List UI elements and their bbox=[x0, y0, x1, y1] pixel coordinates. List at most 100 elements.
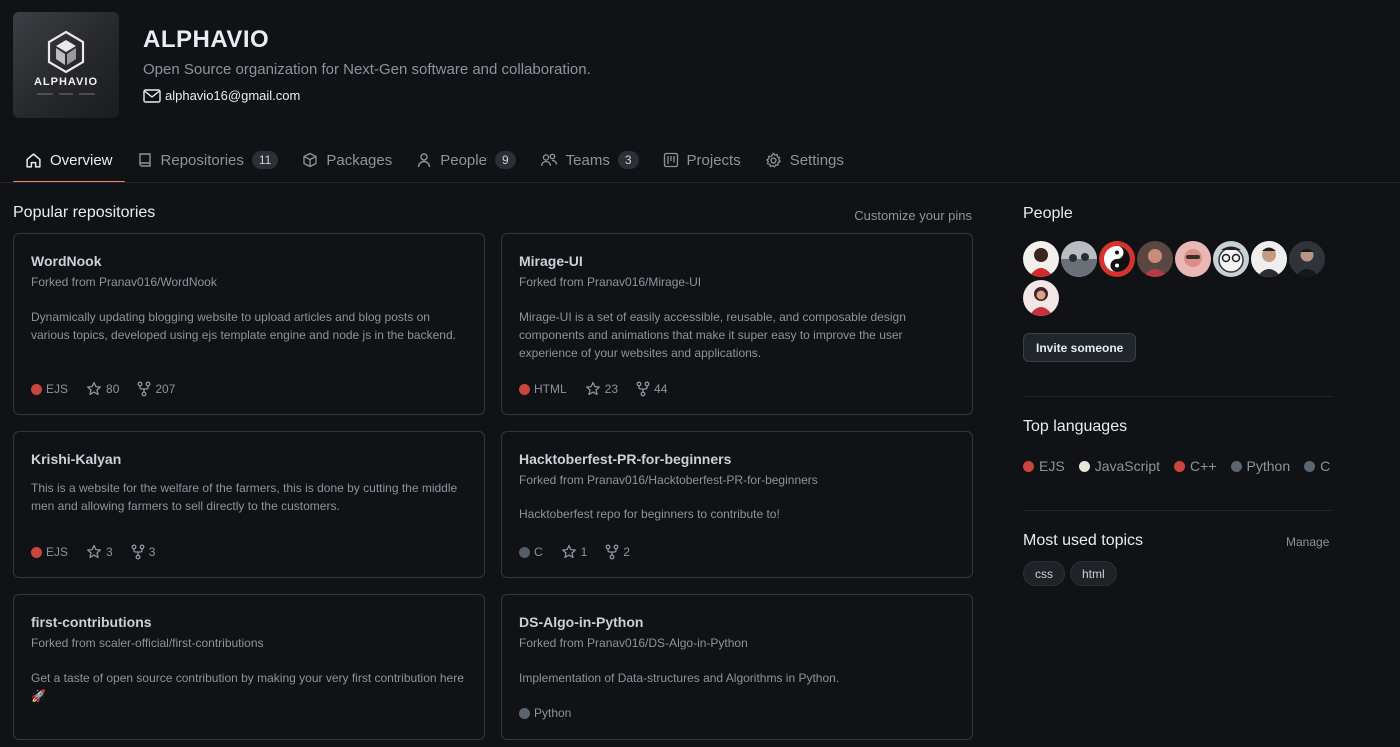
repo-card: Hacktoberfest-PR-for-beginners Forked fr… bbox=[501, 431, 973, 578]
topic-tag[interactable]: html bbox=[1070, 561, 1117, 586]
sidebar-divider bbox=[1023, 510, 1332, 511]
repo-language: HTML bbox=[519, 382, 567, 396]
repo-name-link[interactable]: Krishi-Kalyan bbox=[31, 451, 467, 467]
stars-link[interactable]: 3 bbox=[86, 544, 113, 560]
member-avatar[interactable] bbox=[1023, 280, 1059, 316]
member-avatar[interactable] bbox=[1023, 241, 1059, 277]
language-item: Python bbox=[1230, 458, 1291, 474]
member-avatar[interactable] bbox=[1099, 241, 1135, 277]
repo-name-link[interactable]: Mirage-UI bbox=[519, 253, 955, 269]
star-icon bbox=[87, 544, 101, 559]
topic-tag[interactable]: css bbox=[1023, 561, 1065, 586]
top-languages-title: Top languages bbox=[1023, 418, 1128, 435]
language-name: Python bbox=[1246, 458, 1291, 474]
tab-repositories[interactable]: Repositories 11 bbox=[125, 140, 291, 183]
org-nav: Overview Repositories 11 Packages People… bbox=[13, 140, 856, 183]
fork-icon bbox=[137, 381, 151, 397]
tab-teams-label: Teams bbox=[565, 151, 610, 169]
topics-list: css html bbox=[1023, 561, 1117, 586]
repo-card: DS-Algo-in-Python Forked from Pranav016/… bbox=[501, 594, 973, 740]
repo-language: EJS bbox=[31, 545, 68, 559]
alphavio-logo-icon: ALPHAVIO bbox=[34, 30, 98, 95]
language-color-dot bbox=[31, 383, 42, 395]
teams-count: 3 bbox=[617, 151, 639, 169]
nav-divider bbox=[0, 182, 1400, 183]
stars-link[interactable]: 80 bbox=[86, 381, 119, 397]
repo-name-link[interactable]: first-contributions bbox=[31, 614, 467, 630]
forks-link[interactable]: 3 bbox=[131, 544, 156, 560]
member-avatar[interactable] bbox=[1289, 241, 1325, 277]
most-used-topics-title: Most used topics bbox=[1023, 532, 1144, 549]
forks-link[interactable]: 44 bbox=[636, 381, 667, 397]
manage-topics-link[interactable]: Manage bbox=[1286, 535, 1329, 549]
forks-count: 3 bbox=[148, 545, 156, 559]
language-item: JavaScript bbox=[1078, 458, 1160, 474]
repo-description: Hacktoberfest repo for beginners to cont… bbox=[519, 507, 780, 521]
tab-projects[interactable]: Projects bbox=[651, 140, 753, 183]
org-email-link[interactable]: alphavio16@gmail.com bbox=[143, 88, 591, 103]
repo-meta: Python bbox=[519, 706, 571, 720]
top-languages-list: EJS JavaScript C++ Python C bbox=[1023, 458, 1330, 474]
language-name: C++ bbox=[1190, 458, 1217, 474]
tab-people[interactable]: People 9 bbox=[404, 140, 527, 183]
forks-link[interactable]: 207 bbox=[137, 381, 175, 397]
repo-language: Python bbox=[519, 706, 571, 720]
repo-meta: HTML 23 44 bbox=[519, 381, 667, 397]
tab-settings[interactable]: Settings bbox=[753, 140, 856, 183]
org-description: Open Source organization for Next-Gen so… bbox=[143, 61, 591, 78]
member-avatar[interactable] bbox=[1251, 241, 1287, 277]
repo-description: Dynamically updating blogging website to… bbox=[31, 310, 456, 342]
member-avatar[interactable] bbox=[1213, 241, 1249, 277]
language-color-dot bbox=[1304, 460, 1316, 472]
star-icon bbox=[87, 381, 101, 396]
repo-name-link[interactable]: WordNook bbox=[31, 253, 467, 269]
package-icon bbox=[303, 152, 318, 168]
repo-name-link[interactable]: DS-Algo-in-Python bbox=[519, 614, 955, 630]
org-page: ALPHAVIO ALPHAVIO Open Source organizati… bbox=[0, 0, 1400, 747]
member-avatar[interactable] bbox=[1175, 241, 1211, 277]
tab-packages-label: Packages bbox=[326, 151, 393, 169]
stars-count: 3 bbox=[106, 545, 113, 559]
popular-repositories-title: Popular repositories bbox=[13, 204, 156, 221]
tab-overview[interactable]: Overview bbox=[13, 140, 125, 183]
repo-description: Mirage-UI is a set of easily accessible,… bbox=[519, 310, 906, 360]
language-color-dot bbox=[31, 546, 42, 558]
person-icon bbox=[418, 153, 431, 168]
org-name: ALPHAVIO bbox=[143, 26, 270, 53]
language-color-dot bbox=[519, 383, 530, 395]
repo-card: Mirage-UI Forked from Pranav016/Mirage-U… bbox=[501, 233, 973, 415]
repo-icon bbox=[138, 153, 151, 167]
repo-name-link[interactable]: Hacktoberfest-PR-for-beginners bbox=[519, 451, 955, 467]
repo-language: C bbox=[519, 545, 543, 559]
stars-count: 1 bbox=[580, 545, 588, 559]
forks-link[interactable]: 2 bbox=[605, 544, 630, 560]
fork-icon bbox=[605, 544, 619, 560]
gear-icon bbox=[765, 152, 781, 168]
language-name: EJS bbox=[46, 545, 69, 559]
logo-wordmark: ALPHAVIO bbox=[34, 76, 98, 88]
forked-from: Forked from Pranav016/WordNook bbox=[31, 275, 217, 289]
language-item: C++ bbox=[1174, 458, 1217, 474]
tab-settings-label: Settings bbox=[789, 151, 844, 169]
org-avatar: ALPHAVIO bbox=[13, 12, 119, 118]
member-avatar[interactable] bbox=[1061, 241, 1097, 277]
stars-link[interactable]: 23 bbox=[585, 381, 618, 397]
stars-count: 23 bbox=[604, 382, 619, 396]
invite-someone-button[interactable]: Invite someone bbox=[1023, 333, 1137, 362]
language-color-dot bbox=[1078, 460, 1090, 472]
language-color-dot bbox=[1174, 460, 1186, 472]
stars-link[interactable]: 1 bbox=[561, 544, 588, 560]
language-color-dot bbox=[1230, 460, 1242, 472]
repo-card: first-contributions Forked from scaler-o… bbox=[13, 594, 485, 740]
repo-card: Krishi-Kalyan This is a website for the … bbox=[13, 431, 485, 578]
people-count: 9 bbox=[494, 151, 516, 169]
language-item: EJS bbox=[1023, 458, 1065, 474]
forked-from: Forked from Pranav016/DS-Algo-in-Python bbox=[519, 636, 748, 650]
star-icon bbox=[561, 544, 576, 559]
member-avatar[interactable] bbox=[1137, 241, 1173, 277]
customize-pins-link[interactable]: Customize your pins bbox=[854, 208, 972, 223]
star-icon bbox=[585, 381, 600, 396]
tab-teams[interactable]: Teams 3 bbox=[528, 140, 651, 183]
tab-packages[interactable]: Packages bbox=[290, 140, 404, 183]
forked-from: Forked from Pranav016/Hacktoberfest-PR-f… bbox=[519, 473, 818, 487]
